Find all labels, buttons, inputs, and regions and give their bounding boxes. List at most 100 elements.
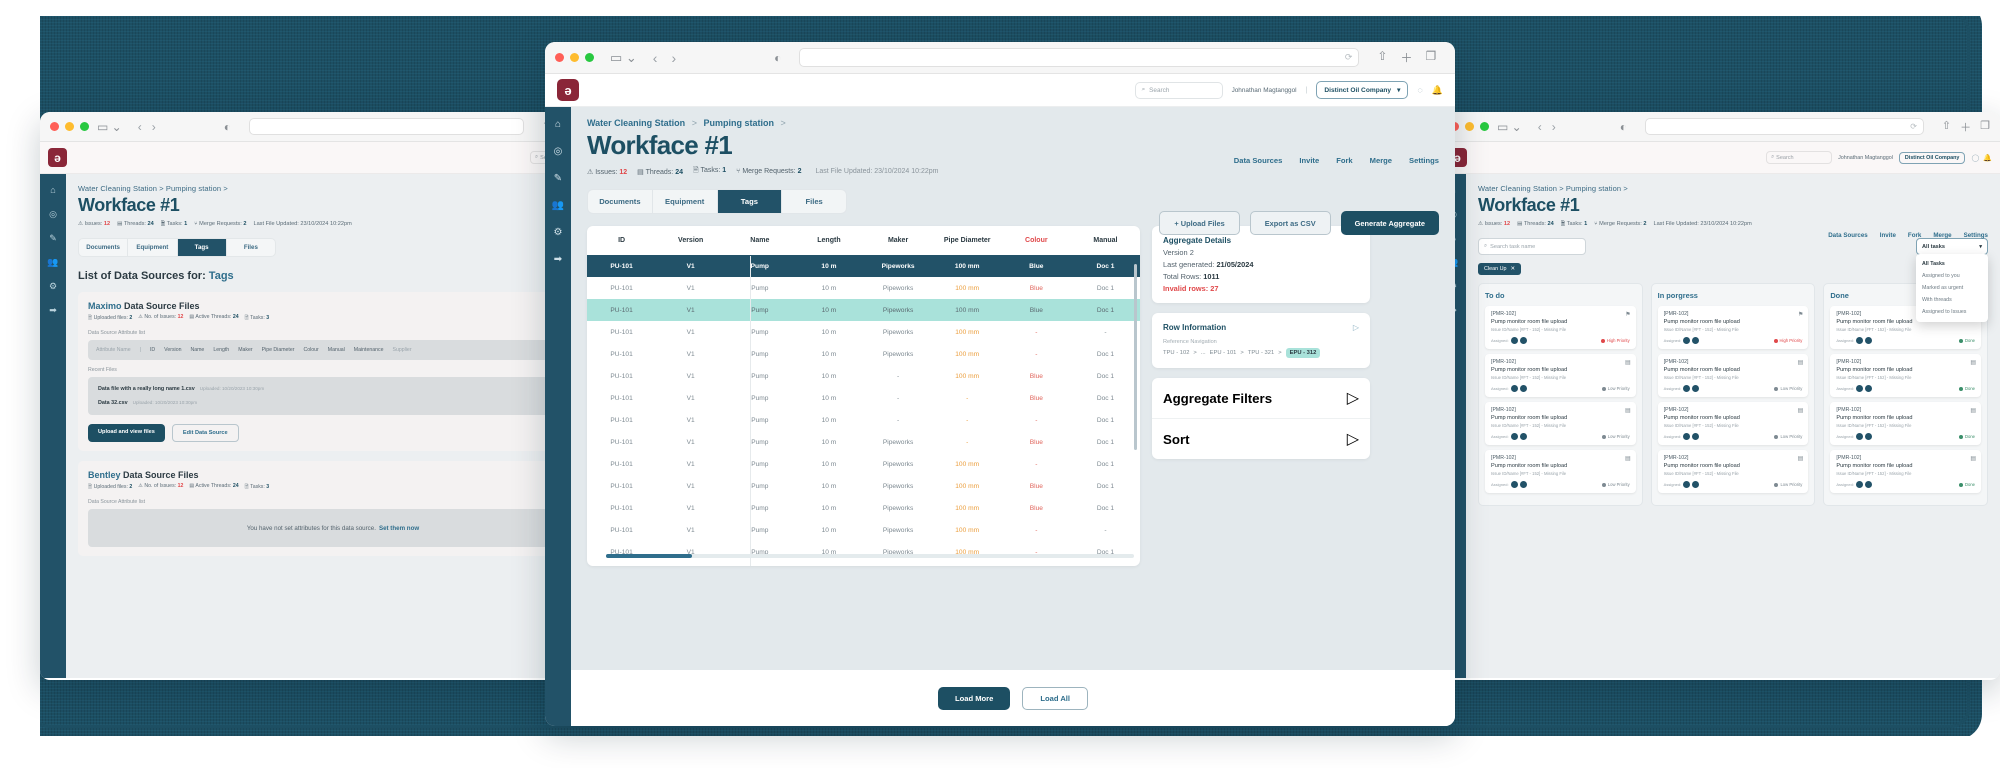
task-card[interactable]: ▤[PMR-102]Pump monitor room file uploadI… <box>1830 450 1982 493</box>
data-source-card-maximo[interactable]: Maximo Data Source Files 🗎 Uploaded file… <box>78 292 588 451</box>
forward-icon[interactable]: › <box>152 120 156 134</box>
action-data-sources[interactable]: Data Sources <box>1234 156 1283 165</box>
task-card[interactable]: ▤[PMR-102]Pump monitor room file uploadI… <box>1485 354 1636 397</box>
horizontal-scrollbar-thumb[interactable] <box>606 554 692 558</box>
task-card[interactable]: ▤[PMR-102]Pump monitor room file uploadI… <box>1485 450 1636 493</box>
tab-equipment[interactable]: Equipment <box>653 190 718 213</box>
menu-item-all-tasks[interactable]: All Tasks <box>1916 258 1988 270</box>
back-icon[interactable]: ‹ <box>653 50 658 66</box>
maximize-window-button[interactable] <box>80 122 89 131</box>
address-bar-right[interactable]: ⟳ <box>1644 118 1924 135</box>
maximize-window-button[interactable] <box>1480 122 1489 131</box>
aggregate-filters-row[interactable]: Aggregate Filters ▷ <box>1152 378 1370 419</box>
column-header-pipe-diameter[interactable]: Pipe Diameter <box>933 226 1002 255</box>
header-actions[interactable]: Data Sources Invite Fork Merge Settings <box>1234 156 1439 165</box>
generate-aggregate-button[interactable]: Generate Aggregate <box>1340 211 1439 235</box>
tab-equipment[interactable]: Equipment <box>128 239 178 256</box>
forward-icon[interactable]: › <box>671 50 676 66</box>
column-header-manual[interactable]: Manual <box>1071 226 1140 255</box>
tags-table-container[interactable]: ID Version Name Length Maker Pipe Diamet… <box>587 226 1140 566</box>
action-merge[interactable]: Merge <box>1370 156 1392 165</box>
action-invite[interactable]: Invite <box>1880 232 1896 239</box>
help-icon[interactable]: ◌ <box>1417 85 1422 95</box>
browser-nav-front[interactable]: ‹ › <box>653 50 676 66</box>
tabs-left[interactable]: Documents Equipment Tags Files <box>78 238 276 257</box>
share-icon[interactable]: ⇧ <box>1942 119 1951 135</box>
action-invite[interactable]: Invite <box>1299 156 1319 165</box>
chevron-right-icon[interactable]: ▷ <box>1347 388 1359 408</box>
refnav-current-chip[interactable]: EPU - 312 <box>1285 348 1321 358</box>
close-window-button[interactable] <box>555 53 564 62</box>
org-switcher-button[interactable]: Distinct Oil Company ▾ <box>1316 81 1409 99</box>
reference-navigation[interactable]: TPU - 102 > ... EPU - 101 > TPU - 321 > … <box>1163 348 1359 358</box>
breadcrumb-item-pumping[interactable]: Pumping station <box>166 184 221 193</box>
sidebar-toggle-icon[interactable]: ▭ ⌄ <box>610 51 637 64</box>
action-settings[interactable]: Settings <box>1409 156 1439 165</box>
task-card[interactable]: ▤[PMR-102]Pump monitor room file uploadI… <box>1485 402 1636 445</box>
list-item[interactable]: Data 32.csv Uploaded: 10/20/2023 10:30pm <box>95 396 571 410</box>
forward-icon[interactable]: › <box>1552 120 1556 134</box>
table-row[interactable]: PU-101 V1 Pump 10 m Pipeworks 100 mm Blue Doc 1 <box>587 475 1140 497</box>
titlebar-right-icons-2[interactable]: ⇧ ＋ ❐ <box>1942 119 1990 135</box>
task-card[interactable]: ▤[PMR-102]Pump monitor room file uploadI… <box>1830 354 1982 397</box>
tab-tags[interactable]: Tags <box>717 190 783 213</box>
tab-tags[interactable]: Tags <box>177 239 227 256</box>
column-header-length[interactable]: Length <box>794 226 863 255</box>
load-more-button[interactable]: Load More <box>937 686 1011 710</box>
task-card[interactable]: ▤[PMR-102]Pump monitor room file uploadI… <box>1657 402 1809 445</box>
new-tab-icon[interactable]: ＋ <box>1400 49 1412 66</box>
task-filter-dropdown[interactable]: All Tasks Assigned to you Marked as urge… <box>1916 254 1988 322</box>
action-settings[interactable]: Settings <box>1964 232 1988 239</box>
refnav-item[interactable]: TPU - 102 <box>1163 350 1189 356</box>
left-sidebar[interactable]: ⌂ ◎ ✎ 👥 ⚙ ➡ <box>40 174 66 678</box>
action-merge[interactable]: Merge <box>1933 232 1951 239</box>
upload-files-button[interactable]: + Upload Files <box>1159 211 1240 235</box>
back-icon[interactable]: ‹ <box>1538 120 1542 134</box>
column-header-version[interactable]: Version <box>656 226 725 255</box>
users-icon[interactable]: 👥 <box>47 258 58 267</box>
table-row[interactable]: PU-101 V1 Pump 10 m Pipeworks 100 mm - Doc 1 <box>587 343 1140 365</box>
action-data-sources[interactable]: Data Sources <box>1828 232 1868 239</box>
maximize-window-button[interactable] <box>585 53 594 62</box>
minimize-window-button[interactable] <box>65 122 74 131</box>
table-row[interactable]: PU-101 V1 Pump 10 m - - - Doc 1 <box>587 409 1140 431</box>
table-row[interactable]: PU-101 V1 Pump 10 m Pipeworks 100 mm Blue Doc 1 <box>587 277 1140 299</box>
org-switcher-right[interactable]: Distinct Oil Company <box>1898 151 1966 164</box>
share-icon[interactable]: ⇧ <box>1377 49 1387 66</box>
load-all-button[interactable]: Load All <box>1022 686 1089 710</box>
column-header-name[interactable]: Name <box>725 226 794 255</box>
background-window-right[interactable]: ▭ ⌄ ‹ › ◐ ⟳ ⇧ ＋ ❐ ə ⌕ Search Johnathan Magta… <box>1440 112 2000 680</box>
vertical-scrollbar[interactable] <box>1134 264 1137 450</box>
notification-icon[interactable]: 🔔 <box>1432 85 1443 96</box>
check-circle-icon[interactable]: ◎ <box>49 210 57 219</box>
column-header-id[interactable]: ID <box>587 226 656 255</box>
breadcrumb-right[interactable]: Water Cleaning Station > Pumping station… <box>1478 184 1988 193</box>
breadcrumb-item-station[interactable]: Water Cleaning Station <box>78 184 157 193</box>
table-row[interactable]: PU-101 V1 Pump 10 m Pipeworks 100 mm Blue Doc 1 <box>587 299 1140 321</box>
titlebar-right-icons-front[interactable]: ⇧ ＋ ❐ <box>1377 49 1436 66</box>
edit-data-source-button[interactable]: Edit Data Source <box>171 424 239 442</box>
list-item[interactable]: Data file with a really long name 1.csv U… <box>95 382 571 396</box>
tabs-icon[interactable]: ❐ <box>1425 49 1436 66</box>
action-fork[interactable]: Fork <box>1908 232 1921 239</box>
reload-icon[interactable]: ⟳ <box>1345 52 1353 63</box>
browser-nav-right[interactable]: ‹ › <box>1538 120 1556 134</box>
chevron-right-icon[interactable]: ▷ <box>1347 429 1359 449</box>
filter-chip-cleanup[interactable]: Clean Up ✕ <box>1478 263 1522 275</box>
background-window-left[interactable]: ▭ ⌄ ‹› ◐ ⇧＋❐ ə ⌕Search ⌂ ◎ ✎ 👥 ⚙ ➡ Wat <box>40 112 600 680</box>
tab-files[interactable]: Files <box>227 239 275 256</box>
sidebar-toggle-icon[interactable]: ▭ ⌄ <box>1497 121 1522 133</box>
menu-item-with-threads[interactable]: With threads <box>1916 294 1988 306</box>
task-card[interactable]: ▤[PMR-102]Pump monitor room file uploadI… <box>1657 354 1809 397</box>
window-controls-front[interactable] <box>555 53 594 62</box>
search-input[interactable]: ⌕ Search <box>1134 81 1223 99</box>
task-search-input[interactable]: ⌕ Search task name <box>1478 238 1586 255</box>
header-username[interactable]: Johnathan Magtanggol <box>1232 87 1297 94</box>
table-row[interactable]: PU-101 V1 Pump 10 m - - Blue Doc 1 <box>587 387 1140 409</box>
task-filter-select[interactable]: All tasks ▾ <box>1916 238 1988 255</box>
refnav-item[interactable]: TPU - 321 <box>1248 350 1274 356</box>
menu-item-assigned-issues[interactable]: Assigned to Issues <box>1916 306 1988 318</box>
window-controls[interactable] <box>50 122 89 131</box>
table-row[interactable]: PU-101 V1 Pump 10 m Pipeworks 100 mm - - <box>587 519 1140 541</box>
gear-icon[interactable]: ⚙ <box>49 282 57 291</box>
